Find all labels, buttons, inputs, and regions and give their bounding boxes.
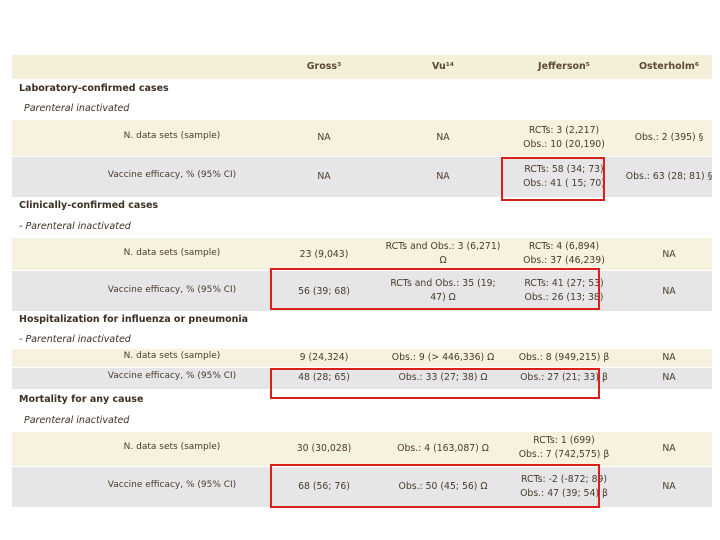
cell-gross: NA <box>317 171 331 182</box>
section-title: Mortality for any cause <box>19 394 144 405</box>
cell-gross: 30 (30,028) <box>296 443 352 454</box>
cell-osterholm: NA <box>662 372 676 383</box>
table-row: N. data sets (sample) NA NA RCTs: 3 (2,2… <box>12 120 712 156</box>
cell-vu: RCTs and Obs.: 3 (6,271) Ω <box>385 241 501 266</box>
cell-osterholm: NA <box>662 249 676 260</box>
section-subtitle: - Parenteral inactivated <box>19 221 131 232</box>
cell-osterholm: Obs.: 2 (395) § <box>634 132 704 143</box>
section-subtitle-row: Parenteral inactivated <box>12 412 712 431</box>
section-subtitle: Parenteral inactivated <box>24 103 130 114</box>
row-label: Vaccine efficacy, % (95% CI) <box>107 285 237 295</box>
cell-osterholm: NA <box>662 481 676 492</box>
row-label: Vaccine efficacy, % (95% CI) <box>107 480 237 490</box>
cell-jefferson: Obs.: 8 (949,215) β <box>518 352 610 363</box>
cell-jefferson: RCTs: 3 (2,217) Obs.: 10 (20,190) <box>523 125 605 150</box>
row-label: N. data sets (sample) <box>123 248 221 258</box>
cell-vu: NA <box>436 171 450 182</box>
section-title-row: Laboratory-confirmed cases <box>12 80 712 99</box>
section-subtitle-row: - Parenteral inactivated <box>12 331 712 349</box>
cell-osterholm: NA <box>662 443 676 454</box>
cell-osterholm: NA <box>662 352 676 363</box>
cell-gross: 9 (24,324) <box>299 352 349 363</box>
cell-osterholm: Obs.: 63 (28; 81) § <box>625 171 713 182</box>
section-subtitle: Parenteral inactivated <box>24 415 130 426</box>
row-label: Vaccine efficacy, % (95% CI) <box>107 371 237 381</box>
highlight-box <box>270 368 600 399</box>
cell-gross: NA <box>317 132 331 143</box>
highlight-box <box>270 268 600 310</box>
header-vu: Vu¹⁴ <box>431 61 455 72</box>
row-label: N. data sets (sample) <box>123 131 221 141</box>
cell-gross: 23 (9,043) <box>299 249 349 260</box>
table-row: N. data sets (sample) 30 (30,028) Obs.: … <box>12 432 712 466</box>
cell-jefferson: RCTs: 1 (699) Obs.: 7 (742,575) β <box>518 435 610 460</box>
cell-vu: NA <box>436 132 450 143</box>
cell-osterholm: NA <box>662 286 676 297</box>
header-gross: Gross³ <box>306 61 342 72</box>
cell-vu: Obs.: 9 (> 446,336) Ω <box>391 352 495 363</box>
table-row: N. data sets (sample) 9 (24,324) Obs.: 9… <box>12 349 712 367</box>
header-osterholm: Osterholm⁶ <box>638 61 699 72</box>
section-subtitle: - Parenteral inactivated <box>19 334 131 345</box>
cell-vu: Obs.: 4 (163,087) Ω <box>397 443 489 454</box>
highlight-box <box>501 157 605 201</box>
section-title: Clinically-confirmed cases <box>19 200 159 211</box>
table-row: N. data sets (sample) 23 (9,043) RCTs an… <box>12 238 712 270</box>
section-title-row: Clinically-confirmed cases <box>12 197 712 216</box>
header-jefferson: Jefferson⁵ <box>538 61 590 72</box>
section-subtitle-row: Parenteral inactivated <box>12 100 712 119</box>
table-header: Gross³ Vu¹⁴ Jefferson⁵ Osterholm⁶ <box>12 55 712 79</box>
table-row: Vaccine efficacy, % (95% CI) NA NA RCTs:… <box>12 157 712 197</box>
section-title: Laboratory-confirmed cases <box>19 83 169 94</box>
row-label: N. data sets (sample) <box>123 351 221 361</box>
section-title-row: Hospitalization for influenza or pneumon… <box>12 311 712 330</box>
section-subtitle-row: - Parenteral inactivated <box>12 218 712 237</box>
cell-jefferson: RCTs: 4 (6,894) Obs.: 37 (46,239) <box>523 241 605 266</box>
row-label: Vaccine efficacy, % (95% CI) <box>107 170 237 180</box>
section-title: Hospitalization for influenza or pneumon… <box>19 314 249 325</box>
row-label: N. data sets (sample) <box>123 442 221 452</box>
highlight-box <box>270 464 600 508</box>
